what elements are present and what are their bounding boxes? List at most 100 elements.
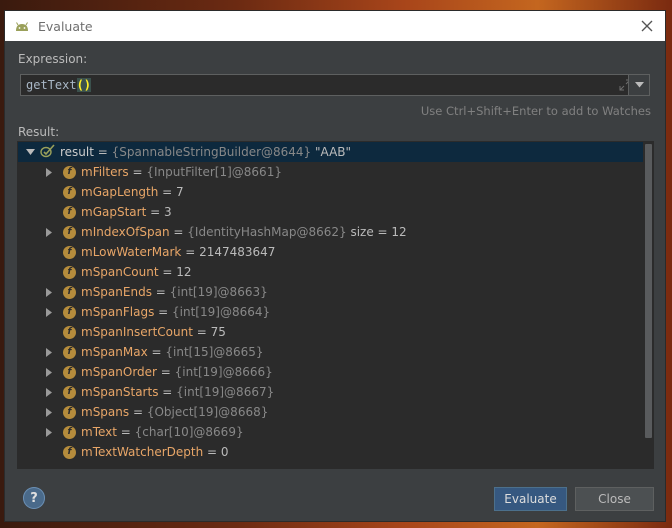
chevron-down-icon <box>25 148 35 155</box>
chevron-right-icon <box>45 387 52 397</box>
field-eq: = <box>154 305 173 319</box>
expand-arrow[interactable] <box>44 387 54 397</box>
tree-row-field[interactable]: f mSpanOrder = {int[19]@8666} <box>18 362 643 382</box>
expression-code[interactable]: getText() <box>21 78 614 92</box>
tree-row-field[interactable]: f mSpanEnds = {int[19]@8663} <box>18 282 643 302</box>
chevron-right-icon <box>45 347 52 357</box>
result-eq: = <box>93 145 112 159</box>
expand-arrow[interactable] <box>44 347 54 357</box>
field-eq: = <box>181 245 200 259</box>
tree-row-field[interactable]: f mSpanCount = 12 <box>18 262 643 282</box>
field-name: mSpanStarts <box>81 385 159 399</box>
history-dropdown-button[interactable] <box>628 74 650 96</box>
field-value: 3 <box>163 205 172 219</box>
watches-hint: Use Ctrl+Shift+Enter to add to Watches <box>420 104 651 118</box>
field-icon: f <box>63 265 76 279</box>
evaluate-dialog: Evaluate Expression: getText() Use Ctrl+… <box>4 10 666 522</box>
field-eq: = <box>147 345 166 359</box>
tree-row-field[interactable]: f mSpans = {Object[19]@8668} <box>18 402 643 422</box>
field-row-text: mSpanMax = {int[15]@8665} <box>81 345 263 359</box>
field-name: mFilters <box>81 165 129 179</box>
field-row-text: mSpanCount = 12 <box>81 265 192 279</box>
field-row-text: mTextWatcherDepth = 0 <box>81 445 229 459</box>
field-type-ref: {char[10]@8669} <box>134 425 244 439</box>
field-name: mLowWaterMark <box>81 245 182 259</box>
tree-row-field[interactable]: f mSpanFlags = {int[19]@8664} <box>18 302 643 322</box>
tree-row-field[interactable]: f mText = {char[10]@8669} <box>18 422 643 442</box>
collapse-arrow[interactable] <box>25 147 35 157</box>
expand-arrow[interactable] <box>44 407 54 417</box>
field-type-ref: {int[15]@8665} <box>165 345 264 359</box>
field-eq: = <box>128 165 147 179</box>
field-row-text: mSpans = {Object[19]@8668} <box>81 405 268 419</box>
tree-row-field[interactable]: f mLowWaterMark = 2147483647 <box>18 242 643 262</box>
close-icon <box>641 20 653 32</box>
field-eq: = <box>146 205 164 219</box>
field-eq: = <box>156 365 175 379</box>
tree-row-field[interactable]: f mGapLength = 7 <box>18 182 643 202</box>
help-button[interactable]: ? <box>23 487 45 509</box>
tree-row-field[interactable]: f mIndexOfSpan = {IdentityHashMap@8662} s… <box>18 222 643 242</box>
chevron-right-icon <box>45 287 52 297</box>
field-row-text: mLowWaterMark = 2147483647 <box>81 245 275 259</box>
title-bar[interactable]: Evaluate <box>5 11 665 41</box>
tree-scrollbar[interactable] <box>643 142 653 468</box>
field-eq: = <box>169 225 188 239</box>
result-tree[interactable]: result = {SpannableStringBuilder@8644} "… <box>17 141 654 469</box>
field-row-text: mGapLength = 7 <box>81 185 184 199</box>
chevron-right-icon <box>45 167 52 177</box>
expand-arrow[interactable] <box>44 427 54 437</box>
field-value: 2147483647 <box>199 245 276 259</box>
field-row-text: mSpanOrder = {int[19]@8666} <box>81 365 273 379</box>
chevron-right-icon <box>45 367 52 377</box>
field-icon: f <box>63 225 76 239</box>
field-icon: f <box>63 285 76 299</box>
field-row-text: mSpanInsertCount = 75 <box>81 325 226 339</box>
tree-row-field[interactable]: f mSpanStarts = {int[19]@8667} <box>18 382 643 402</box>
evaluate-button[interactable]: Evaluate <box>494 487 567 511</box>
scrollbar-thumb[interactable] <box>645 144 652 438</box>
tree-row-field[interactable]: f mTextWatcherDepth = 0 <box>18 442 643 462</box>
field-name: mSpanCount <box>81 265 159 279</box>
field-row-text: mIndexOfSpan = {IdentityHashMap@8662} si… <box>81 225 407 239</box>
field-value: 12 <box>176 265 192 279</box>
expand-arrow[interactable] <box>44 167 54 177</box>
field-row-text: mFilters = {InputFilter[1]@8661} <box>81 165 282 179</box>
expand-arrow[interactable] <box>44 287 54 297</box>
field-name: mSpanFlags <box>81 305 155 319</box>
tree-row-field[interactable]: f mSpanInsertCount = 75 <box>18 322 643 342</box>
field-row-text: mSpanFlags = {int[19]@8664} <box>81 305 270 319</box>
expression-code-parens: () <box>76 78 92 92</box>
expression-code-name: getText <box>26 78 77 92</box>
field-type-ref: {int[19]@8666} <box>174 365 273 379</box>
field-icon: f <box>63 305 76 319</box>
field-eq: = <box>192 325 211 339</box>
field-type-ref: {IdentityHashMap@8662} <box>187 225 347 239</box>
tree-row-field[interactable]: f mGapStart = 3 <box>18 202 643 222</box>
close-window-button[interactable] <box>637 16 657 36</box>
field-name: mText <box>81 425 117 439</box>
field-name: mSpanInsertCount <box>81 325 193 339</box>
field-row-text: mText = {char[10]@8669} <box>81 425 244 439</box>
expression-input[interactable]: getText() <box>20 74 637 96</box>
tree-row-result[interactable]: result = {SpannableStringBuilder@8644} "… <box>18 142 643 162</box>
field-icon: f <box>63 385 76 399</box>
chevron-right-icon <box>45 427 52 437</box>
chevron-down-icon <box>634 82 644 88</box>
expand-arrow[interactable] <box>44 227 54 237</box>
window-title: Evaluate <box>38 18 93 34</box>
field-eq: = <box>151 285 170 299</box>
expand-arrow[interactable] <box>44 307 54 317</box>
tree-row-field[interactable]: f mSpanMax = {int[15]@8665} <box>18 342 643 362</box>
chevron-right-icon <box>45 227 52 237</box>
result-row-text: result = {SpannableStringBuilder@8644} "… <box>60 145 351 159</box>
expand-arrow[interactable] <box>44 367 54 377</box>
close-button[interactable]: Close <box>575 487 654 511</box>
android-icon <box>16 22 28 31</box>
field-eq: = <box>158 385 177 399</box>
field-type-ref: {int[19]@8663} <box>169 285 268 299</box>
tree-row-field[interactable]: f mFilters = {InputFilter[1]@8661} <box>18 162 643 182</box>
field-icon: f <box>63 365 76 379</box>
field-name: mSpanOrder <box>81 365 157 379</box>
field-eq: = <box>116 425 135 439</box>
